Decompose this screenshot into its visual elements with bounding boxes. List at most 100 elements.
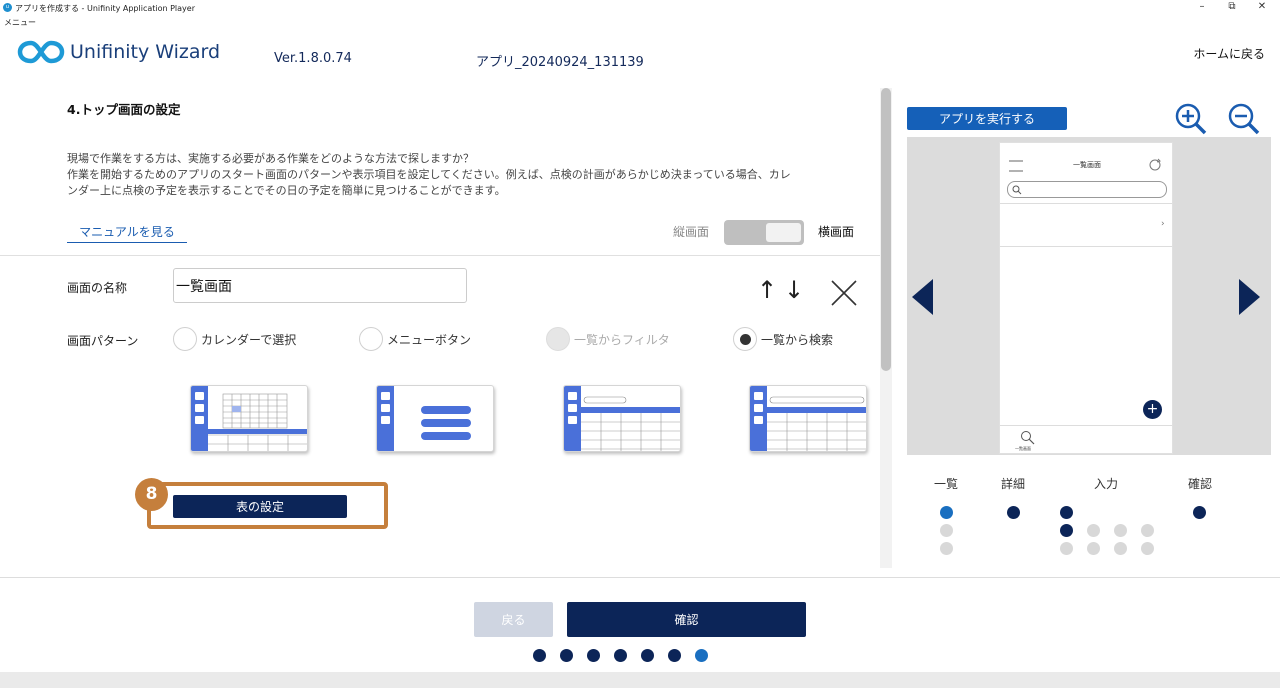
- toggle-knob: [766, 223, 801, 242]
- footer-strip: [0, 672, 1280, 688]
- chevron-right-icon: ›: [1161, 219, 1165, 229]
- radio-circle: [546, 327, 570, 351]
- flow-node[interactable]: [1060, 542, 1073, 555]
- menu-thumb-icon: [421, 406, 471, 440]
- pattern-thumb-filter[interactable]: [563, 385, 681, 452]
- flow-node[interactable]: [1060, 524, 1073, 537]
- thumb-sidebar: [191, 386, 208, 451]
- pattern-thumb-calendar[interactable]: [190, 385, 308, 452]
- phone-tab-label: 一覧画面: [1015, 446, 1031, 451]
- search-tab-icon: [1021, 431, 1035, 445]
- flow-node[interactable]: [1193, 506, 1206, 519]
- flow-node[interactable]: [1114, 524, 1127, 537]
- radio-circle[interactable]: [173, 327, 197, 351]
- search-thumb-icon: [767, 396, 866, 451]
- add-icon: +: [1143, 400, 1162, 419]
- desc-line: ンダー上に点検の予定を表示することでその日の予定を簡単に見つけることができます。: [67, 184, 506, 197]
- close-window-icon[interactable]: ✕: [1252, 1, 1272, 12]
- move-down-icon[interactable]: ↓: [784, 278, 804, 302]
- pattern-radio-calendar[interactable]: カレンダーで選択: [173, 327, 296, 351]
- progress-dot: [587, 649, 600, 662]
- section-description: 現場で作業をする方は、実施する必要がある作業をどのような方法で探しますか？ 作業…: [67, 151, 867, 199]
- screen-name-input[interactable]: [173, 268, 467, 303]
- brand-name: Unifinity Wizard: [70, 41, 221, 63]
- preview-prev-icon[interactable]: [912, 279, 934, 315]
- flow-node[interactable]: [940, 506, 953, 519]
- radio-label: カレンダーで選択: [201, 332, 297, 347]
- zoom-in-icon[interactable]: [1174, 102, 1208, 136]
- delete-screen-icon[interactable]: [830, 279, 858, 307]
- progress-dot: [614, 649, 627, 662]
- window-title: アプリを作成する - Unifinity Application Player: [15, 4, 196, 13]
- phone-search-input: [1007, 181, 1167, 198]
- confirm-button[interactable]: 確認: [567, 602, 806, 637]
- screen-name-label: 画面の名称: [67, 281, 128, 295]
- flow-node[interactable]: [940, 524, 953, 537]
- brand-logo: Unifinity Wizard: [17, 38, 220, 66]
- phone-preview: 一覧画面 › + 一覧画面: [999, 142, 1173, 454]
- window-titlebar: u アプリを作成する - Unifinity Application Playe…: [0, 0, 1280, 16]
- radio-label: 一覧から検索: [761, 332, 834, 347]
- manual-link[interactable]: マニュアルを見る: [67, 221, 187, 243]
- divider: [1000, 425, 1172, 426]
- back-button[interactable]: 戻る: [474, 602, 553, 637]
- pattern-radio-search[interactable]: 一覧から検索: [733, 327, 833, 351]
- refresh-icon: [1149, 158, 1161, 171]
- infinity-logo-icon: [17, 40, 65, 64]
- pattern-radio-filter: 一覧からフィルタ: [546, 327, 670, 351]
- scrollbar-thumb[interactable]: [881, 88, 891, 371]
- thumb-sidebar: [377, 386, 394, 451]
- pattern-radio-menu[interactable]: メニューボタン: [359, 327, 471, 351]
- flow-node[interactable]: [1087, 542, 1100, 555]
- flow-node[interactable]: [1060, 506, 1073, 519]
- step-badge: 8: [135, 478, 168, 511]
- app-logo-icon: u: [3, 3, 12, 12]
- restore-icon[interactable]: ⧉: [1222, 1, 1242, 12]
- flow-column-detail: 詳細: [1001, 477, 1026, 491]
- divider: [0, 255, 880, 256]
- orientation-toggle[interactable]: [724, 220, 804, 245]
- progress-dots: [533, 649, 713, 663]
- progress-dot: [695, 649, 708, 662]
- portrait-label: 縦画面: [673, 225, 710, 239]
- divider: [1000, 246, 1172, 247]
- progress-dot: [668, 649, 681, 662]
- zoom-out-icon[interactable]: [1227, 102, 1261, 136]
- screen-pattern-label: 画面パターン: [67, 334, 139, 348]
- flow-column-list: 一覧: [934, 477, 959, 491]
- section-title: 4.トップ画面の設定: [67, 102, 181, 117]
- radio-label: メニューボタン: [387, 332, 472, 347]
- version-label: Ver.1.8.0.74: [274, 51, 352, 66]
- thumb-sidebar: [564, 386, 581, 451]
- calendar-thumb-icon: [208, 393, 307, 451]
- progress-dot: [560, 649, 573, 662]
- app-name: アプリ_20240924_131139: [476, 55, 644, 70]
- flow-node[interactable]: [1141, 524, 1154, 537]
- run-app-button[interactable]: アプリを実行する: [907, 107, 1067, 130]
- flow-column-input: 入力: [1094, 477, 1119, 491]
- preview-next-icon[interactable]: [1238, 279, 1260, 315]
- minimize-icon[interactable]: –: [1192, 1, 1212, 12]
- radio-circle[interactable]: [733, 327, 757, 351]
- search-icon: [1012, 185, 1022, 195]
- flow-column-confirm: 確認: [1188, 477, 1213, 491]
- home-button[interactable]: ホームに戻る: [1193, 45, 1265, 62]
- progress-dot: [533, 649, 546, 662]
- menu-menu[interactable]: メニュー: [4, 17, 36, 28]
- divider: [1000, 203, 1172, 204]
- desc-line: 現場で作業をする方は、実施する必要がある作業をどのような方法で探しますか？: [67, 152, 474, 165]
- desc-line: 作業を開始するためのアプリのスタート画面のパターンや表示項目を設定してください。…: [67, 168, 791, 181]
- flow-node[interactable]: [1114, 542, 1127, 555]
- flow-node[interactable]: [1007, 506, 1020, 519]
- flow-node[interactable]: [940, 542, 953, 555]
- flow-node[interactable]: [1087, 524, 1100, 537]
- radio-circle[interactable]: [359, 327, 383, 351]
- filter-thumb-icon: [581, 396, 680, 451]
- move-up-icon[interactable]: ↑: [757, 278, 777, 302]
- progress-dot: [641, 649, 654, 662]
- flow-node[interactable]: [1141, 542, 1154, 555]
- pattern-thumb-menu[interactable]: [376, 385, 494, 452]
- landscape-label: 横画面: [818, 225, 855, 239]
- pattern-thumb-search[interactable]: [749, 385, 867, 452]
- table-settings-button[interactable]: 表の設定: [173, 495, 347, 518]
